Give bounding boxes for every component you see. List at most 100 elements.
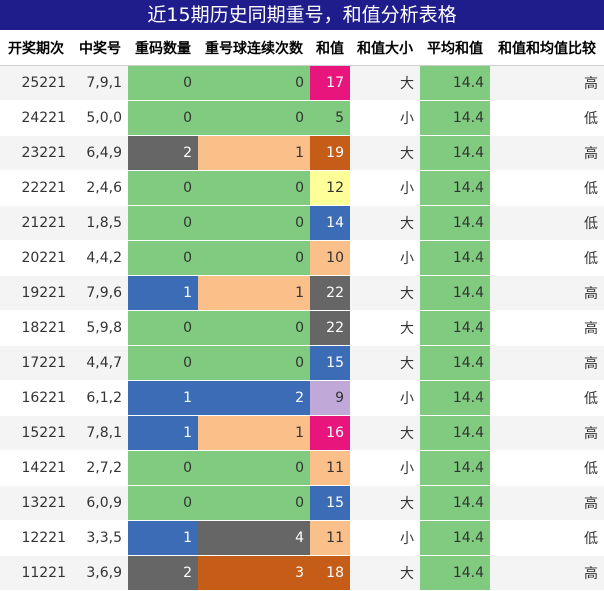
cell-consecutive: 0 [198, 345, 310, 381]
header-sum: 和值 [310, 31, 350, 66]
cell-compare: 低 [490, 380, 604, 416]
cell-sum: 15 [310, 345, 350, 381]
cell-consecutive: 4 [198, 520, 310, 556]
cell-repeat-count: 0 [128, 65, 198, 101]
cell-period: 11221 [0, 555, 72, 591]
cell-average: 14.4 [420, 275, 490, 311]
cell-repeat-count: 0 [128, 345, 198, 381]
analysis-table-page: 近15期历史同期重号，和值分析表格 开奖期次 中奖号 重码数量 重号球连续次数 … [0, 0, 604, 591]
cell-compare: 高 [490, 275, 604, 311]
cell-average: 14.4 [420, 205, 490, 241]
cell-compare: 低 [490, 240, 604, 276]
cell-average: 14.4 [420, 310, 490, 346]
cell-period: 19221 [0, 275, 72, 311]
cell-compare: 高 [490, 345, 604, 381]
cell-numbers: 7,8,1 [72, 415, 128, 451]
cell-average: 14.4 [420, 415, 490, 451]
cell-compare: 高 [490, 415, 604, 451]
cell-period: 17221 [0, 345, 72, 381]
cell-average: 14.4 [420, 380, 490, 416]
cell-consecutive: 0 [198, 65, 310, 101]
cell-sum-size: 小 [350, 380, 420, 416]
cell-period: 13221 [0, 485, 72, 521]
cell-consecutive: 0 [198, 240, 310, 276]
cell-period: 12221 [0, 520, 72, 556]
cell-consecutive: 1 [198, 275, 310, 311]
table-row: 11221 3,6,9 2 3 18 大 14.4 高 [0, 555, 604, 591]
cell-period: 21221 [0, 205, 72, 241]
header-period: 开奖期次 [0, 31, 72, 66]
table-row: 15221 7,8,1 1 1 16 大 14.4 高 [0, 415, 604, 451]
table-row: 17221 4,4,7 0 0 15 大 14.4 高 [0, 345, 604, 381]
table-row: 13221 6,0,9 0 0 15 大 14.4 高 [0, 485, 604, 521]
cell-sum-size: 小 [350, 240, 420, 276]
cell-sum-size: 大 [350, 205, 420, 241]
cell-numbers: 4,4,7 [72, 345, 128, 381]
cell-consecutive: 0 [198, 485, 310, 521]
cell-average: 14.4 [420, 65, 490, 101]
cell-repeat-count: 2 [128, 135, 198, 171]
cell-average: 14.4 [420, 555, 490, 591]
cell-sum: 16 [310, 415, 350, 451]
cell-consecutive: 1 [198, 415, 310, 451]
cell-numbers: 6,0,9 [72, 485, 128, 521]
cell-repeat-count: 0 [128, 170, 198, 206]
cell-compare: 低 [490, 520, 604, 556]
cell-compare: 低 [490, 450, 604, 486]
cell-sum-size: 大 [350, 415, 420, 451]
cell-compare: 低 [490, 205, 604, 241]
cell-repeat-count: 0 [128, 240, 198, 276]
header-numbers: 中奖号 [72, 31, 128, 66]
cell-period: 24221 [0, 100, 72, 136]
cell-consecutive: 0 [198, 205, 310, 241]
cell-period: 16221 [0, 380, 72, 416]
cell-sum-size: 大 [350, 135, 420, 171]
cell-compare: 高 [490, 310, 604, 346]
cell-numbers: 2,7,2 [72, 450, 128, 486]
cell-sum: 22 [310, 310, 350, 346]
header-row: 开奖期次 中奖号 重码数量 重号球连续次数 和值 和值大小 平均和值 和值和均值… [0, 31, 604, 66]
cell-consecutive: 0 [198, 310, 310, 346]
cell-period: 14221 [0, 450, 72, 486]
cell-consecutive: 1 [198, 135, 310, 171]
cell-sum: 14 [310, 205, 350, 241]
cell-sum-size: 大 [350, 485, 420, 521]
cell-numbers: 4,4,2 [72, 240, 128, 276]
cell-repeat-count: 0 [128, 485, 198, 521]
cell-sum: 11 [310, 450, 350, 486]
cell-numbers: 6,4,9 [72, 135, 128, 171]
cell-sum-size: 大 [350, 65, 420, 101]
cell-average: 14.4 [420, 345, 490, 381]
cell-compare: 高 [490, 135, 604, 171]
cell-sum-size: 大 [350, 555, 420, 591]
cell-sum-size: 小 [350, 450, 420, 486]
cell-consecutive: 0 [198, 170, 310, 206]
cell-period: 15221 [0, 415, 72, 451]
header-consecutive: 重号球连续次数 [198, 31, 310, 66]
cell-repeat-count: 0 [128, 450, 198, 486]
cell-sum-size: 小 [350, 520, 420, 556]
table-row: 21221 1,8,5 0 0 14 大 14.4 低 [0, 205, 604, 241]
cell-sum: 19 [310, 135, 350, 171]
cell-compare: 低 [490, 170, 604, 206]
cell-average: 14.4 [420, 450, 490, 486]
cell-sum-size: 小 [350, 170, 420, 206]
cell-average: 14.4 [420, 100, 490, 136]
cell-period: 20221 [0, 240, 72, 276]
cell-numbers: 5,0,0 [72, 100, 128, 136]
cell-compare: 高 [490, 555, 604, 591]
cell-compare: 低 [490, 100, 604, 136]
cell-consecutive: 2 [198, 380, 310, 416]
cell-numbers: 2,4,6 [72, 170, 128, 206]
cell-average: 14.4 [420, 485, 490, 521]
cell-sum: 11 [310, 520, 350, 556]
cell-numbers: 3,3,5 [72, 520, 128, 556]
table-row: 12221 3,3,5 1 4 11 小 14.4 低 [0, 520, 604, 556]
cell-sum: 15 [310, 485, 350, 521]
cell-sum-size: 大 [350, 275, 420, 311]
table-row: 16221 6,1,2 1 2 9 小 14.4 低 [0, 380, 604, 416]
cell-numbers: 5,9,8 [72, 310, 128, 346]
table-row: 23221 6,4,9 2 1 19 大 14.4 高 [0, 135, 604, 171]
cell-sum: 12 [310, 170, 350, 206]
cell-average: 14.4 [420, 240, 490, 276]
